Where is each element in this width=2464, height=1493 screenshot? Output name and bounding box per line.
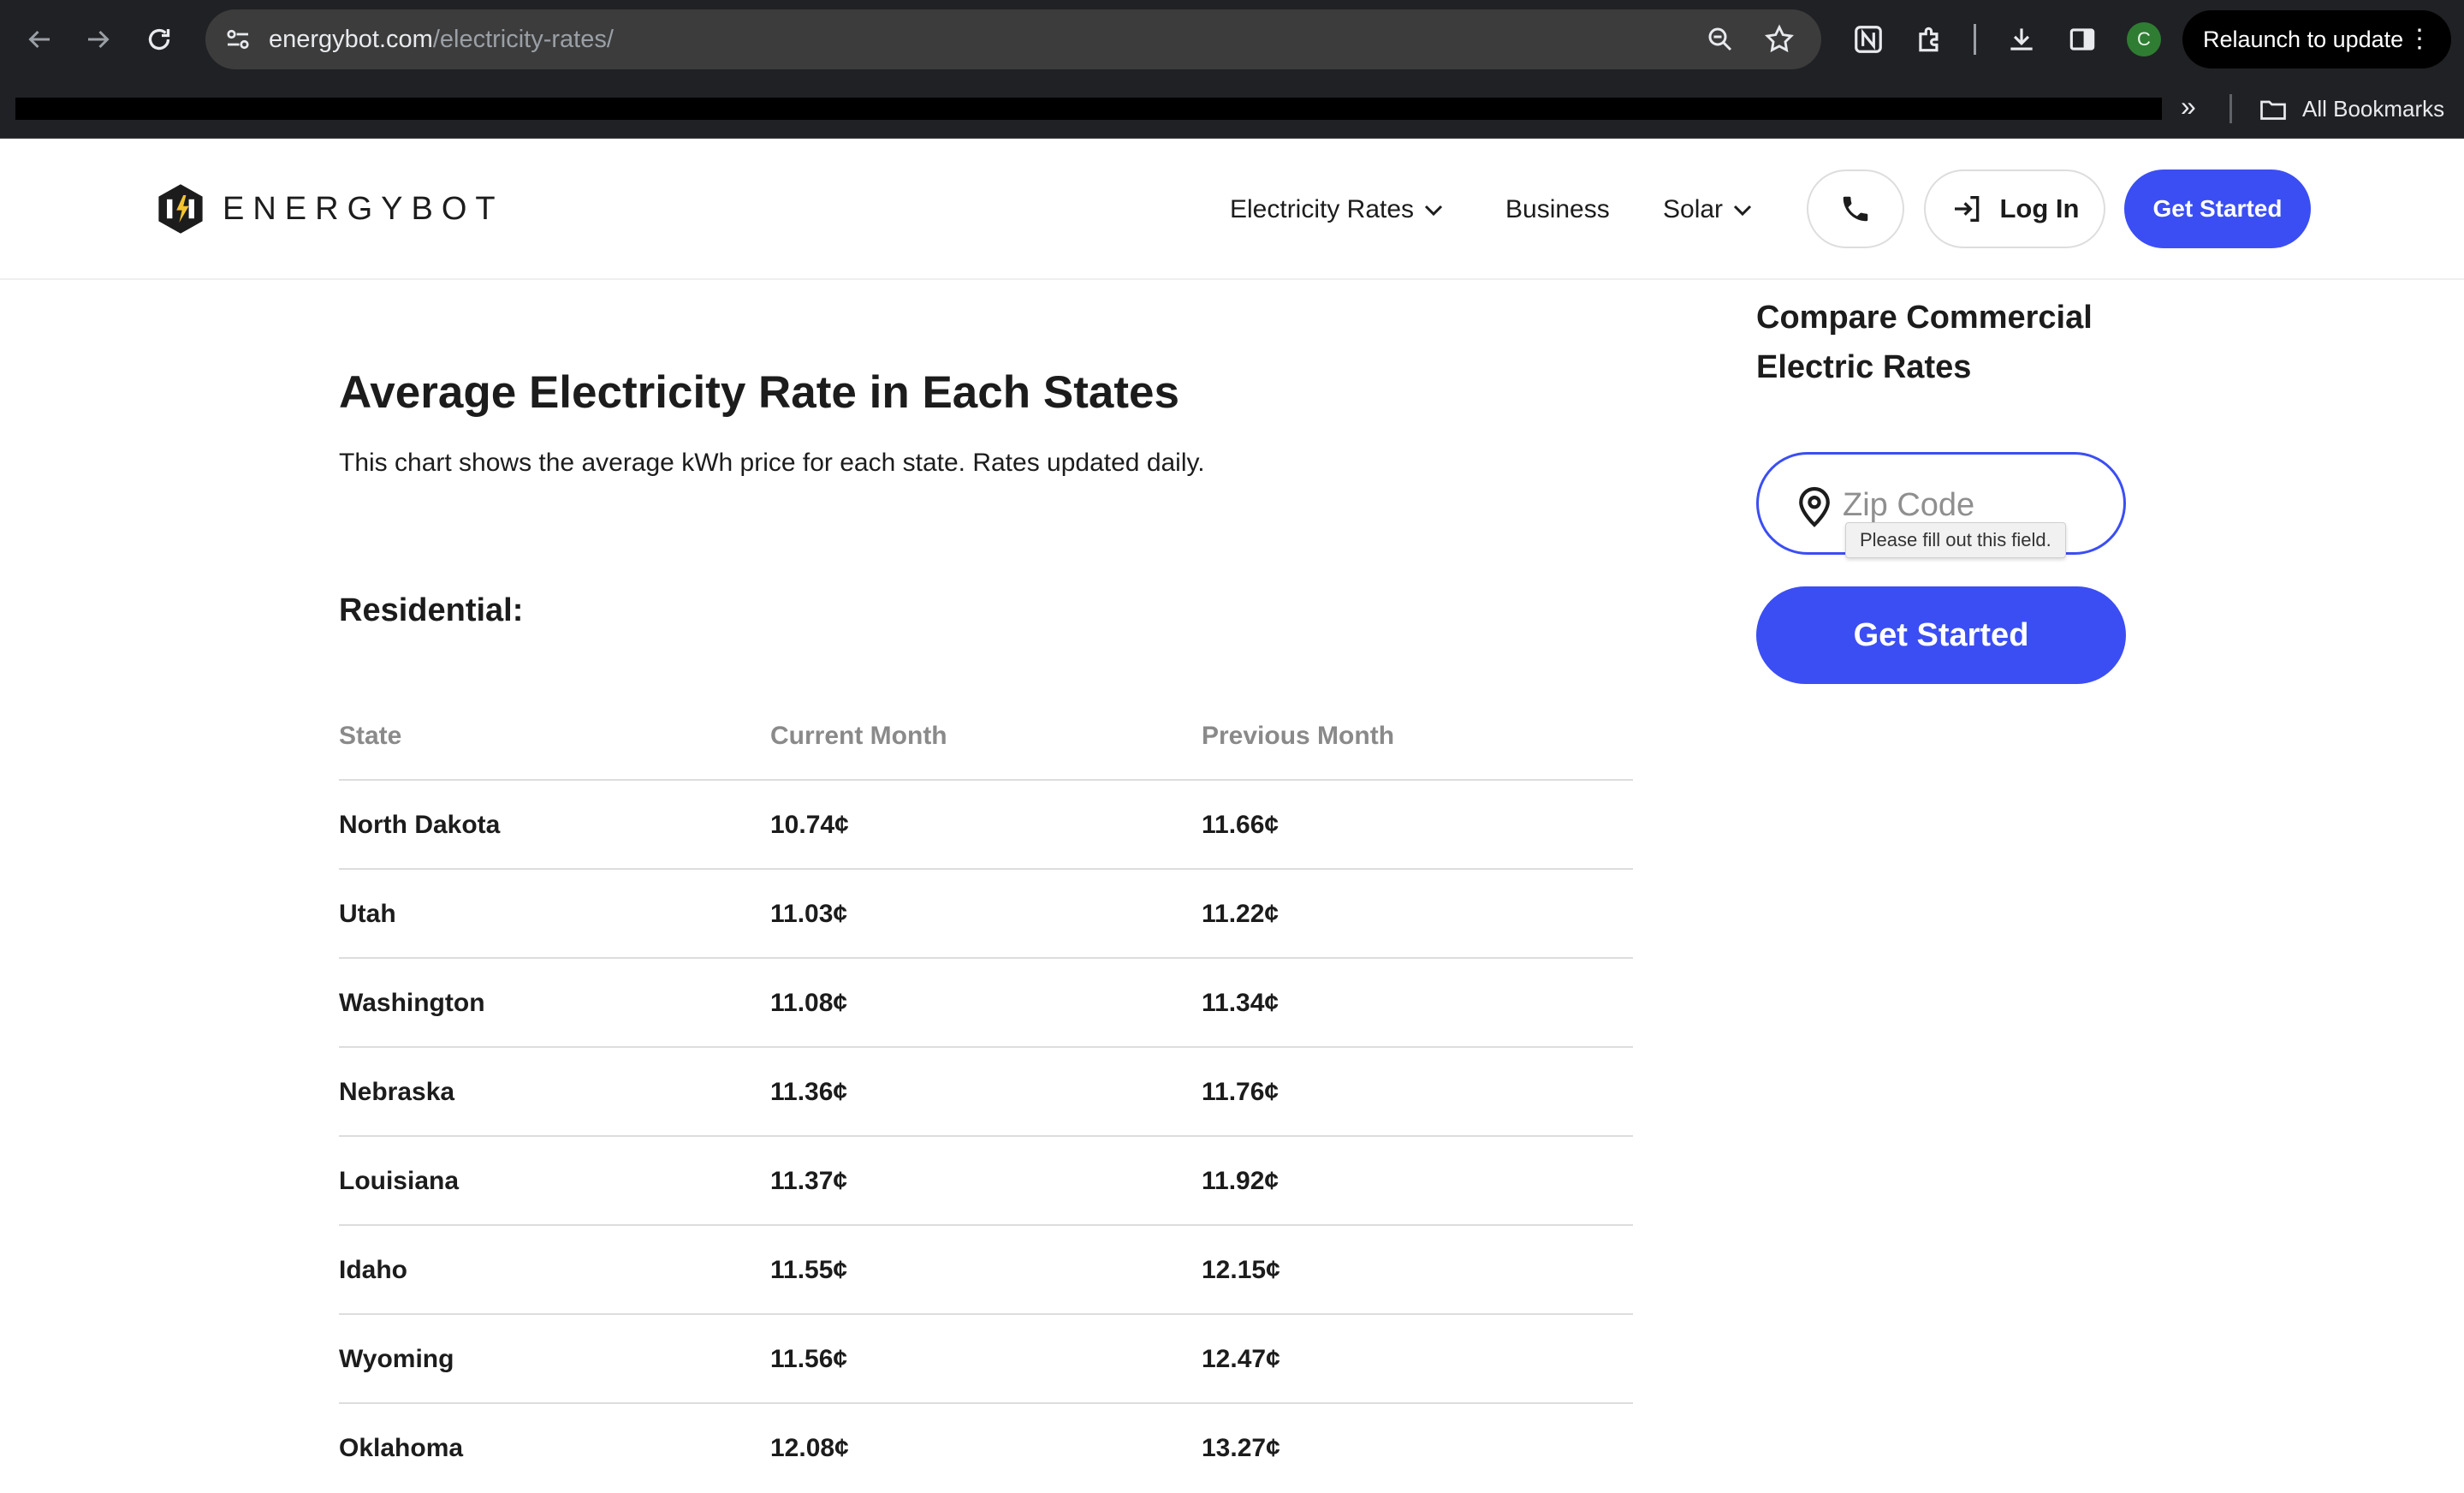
sidebar-title: Compare Commercial Electric Rates bbox=[1756, 300, 2093, 385]
forward-button[interactable] bbox=[80, 21, 117, 58]
previous-month-cell: 12.47¢ bbox=[1202, 1345, 1280, 1373]
energybot-logo[interactable]: ENERGYBOT bbox=[152, 181, 504, 236]
phone-icon bbox=[1843, 196, 1868, 222]
validation-tooltip: Please fill out this field. bbox=[1845, 522, 2066, 558]
location-pin-icon bbox=[1799, 486, 1830, 527]
site-header: ENERGYBOT Electricity Rates Business Sol… bbox=[0, 139, 2464, 280]
energybot-logo-icon bbox=[158, 184, 203, 234]
chevron-down-icon bbox=[1425, 205, 1443, 217]
state-cell: Louisiana bbox=[339, 1167, 460, 1195]
arrow-left-icon bbox=[28, 30, 50, 49]
state-cell: Nebraska bbox=[339, 1078, 455, 1106]
residential-heading: Residential: bbox=[339, 592, 524, 628]
previous-month-cell: 13.27¢ bbox=[1202, 1434, 1280, 1462]
sidebar-get-started-button[interactable]: Get Started bbox=[1756, 586, 2126, 684]
state-cell: Idaho bbox=[339, 1256, 407, 1284]
current-month-cell: 12.08¢ bbox=[770, 1434, 849, 1462]
chevron-down-icon bbox=[1733, 205, 1752, 217]
state-cell: Utah bbox=[339, 900, 396, 928]
table-row: Idaho 11.55¢ 12.15¢ bbox=[339, 1226, 1633, 1315]
more-menu-icon[interactable]: ⋮ bbox=[2407, 10, 2432, 68]
nav-electricity-rates-label: Electricity Rates bbox=[1230, 195, 1415, 223]
current-month-cell: 11.37¢ bbox=[770, 1167, 848, 1195]
current-month-cell: 11.56¢ bbox=[770, 1345, 848, 1373]
table-row: Oklahoma 12.08¢ 13.27¢ bbox=[339, 1404, 1633, 1493]
state-cell: Washington bbox=[339, 989, 485, 1017]
rates-table: State Current Month Previous Month North… bbox=[339, 702, 1633, 1493]
previous-month-cell: 11.22¢ bbox=[1202, 900, 1279, 928]
table-row: Nebraska 11.36¢ 11.76¢ bbox=[339, 1048, 1633, 1137]
current-month-cell: 11.08¢ bbox=[770, 989, 848, 1017]
browser-toolbar: energybot.com/electricity-rates/ C Relau… bbox=[0, 0, 2464, 79]
downloads-icon[interactable] bbox=[2003, 21, 2040, 58]
site-settings-icon[interactable] bbox=[223, 24, 253, 55]
previous-month-cell: 11.76¢ bbox=[1202, 1078, 1279, 1106]
previous-month-cell: 11.66¢ bbox=[1202, 811, 1279, 839]
login-label: Log In bbox=[1999, 193, 2080, 223]
state-cell: Oklahoma bbox=[339, 1434, 464, 1462]
current-month-cell: 11.36¢ bbox=[770, 1078, 848, 1106]
relaunch-to-update-button[interactable]: Relaunch to update ⋮ bbox=[2182, 10, 2451, 68]
header-get-started-button[interactable]: Get Started bbox=[2124, 170, 2311, 248]
column-header-previous-month: Previous Month bbox=[1202, 722, 1395, 750]
phone-button[interactable] bbox=[1807, 170, 1904, 248]
bookmarks-overflow-icon[interactable]: » bbox=[2181, 91, 2196, 122]
notion-extension-icon[interactable] bbox=[1849, 21, 1887, 58]
table-row: North Dakota 10.74¢ 11.66¢ bbox=[339, 781, 1633, 870]
address-bar[interactable]: energybot.com/electricity-rates/ bbox=[205, 9, 1821, 69]
back-button[interactable] bbox=[21, 21, 58, 58]
bookmark-star-icon[interactable] bbox=[1763, 23, 1796, 56]
reload-button[interactable] bbox=[140, 21, 178, 58]
folder-icon[interactable] bbox=[2258, 94, 2289, 125]
table-row: Washington 11.08¢ 11.34¢ bbox=[339, 959, 1633, 1048]
current-month-cell: 11.55¢ bbox=[770, 1256, 848, 1284]
bookmarks-divider bbox=[2229, 94, 2232, 123]
table-row: Utah 11.03¢ 11.22¢ bbox=[339, 870, 1633, 959]
login-button[interactable]: Log In bbox=[1924, 170, 2105, 248]
state-cell: Wyoming bbox=[339, 1345, 454, 1373]
all-bookmarks-link[interactable]: All Bookmarks bbox=[2302, 79, 2444, 139]
previous-month-cell: 11.92¢ bbox=[1202, 1167, 1279, 1195]
arrow-right-icon bbox=[88, 30, 110, 49]
extensions-puzzle-icon[interactable] bbox=[1911, 21, 1949, 58]
zoom-icon[interactable] bbox=[1705, 24, 1736, 55]
table-row: Louisiana 11.37¢ 11.92¢ bbox=[339, 1137, 1633, 1226]
nav-solar-label: Solar bbox=[1663, 195, 1724, 223]
column-header-current-month: Current Month bbox=[770, 722, 947, 750]
previous-month-cell: 11.34¢ bbox=[1202, 989, 1279, 1017]
column-header-state: State bbox=[339, 722, 402, 750]
page-title: Average Electricity Rate in Each States bbox=[339, 367, 1179, 418]
nav-business[interactable]: Business bbox=[1505, 187, 1610, 233]
side-panel-icon[interactable] bbox=[2063, 21, 2101, 58]
page-subtitle: This chart shows the average kWh price f… bbox=[339, 449, 1205, 477]
reload-icon bbox=[148, 28, 170, 51]
profile-avatar[interactable]: C bbox=[2127, 22, 2161, 57]
previous-month-cell: 12.15¢ bbox=[1202, 1256, 1280, 1284]
login-icon bbox=[1954, 196, 1979, 222]
toolbar-divider bbox=[1974, 24, 1976, 55]
url-text[interactable]: energybot.com/electricity-rates/ bbox=[269, 9, 614, 69]
relaunch-label: Relaunch to update bbox=[2203, 27, 2404, 52]
logo-text: ENERGYBOT bbox=[223, 190, 504, 227]
nav-electricity-rates[interactable]: Electricity Rates bbox=[1230, 187, 1443, 233]
state-cell: North Dakota bbox=[339, 811, 501, 839]
current-month-cell: 10.74¢ bbox=[770, 811, 849, 839]
current-month-cell: 11.03¢ bbox=[770, 900, 848, 928]
table-row: Wyoming 11.56¢ 12.47¢ bbox=[339, 1315, 1633, 1404]
table-header: State Current Month Previous Month bbox=[339, 702, 1633, 781]
redacted-bookmarks bbox=[15, 98, 2162, 120]
bookmarks-bar: » All Bookmarks bbox=[0, 79, 2464, 139]
nav-solar[interactable]: Solar bbox=[1663, 187, 1752, 233]
